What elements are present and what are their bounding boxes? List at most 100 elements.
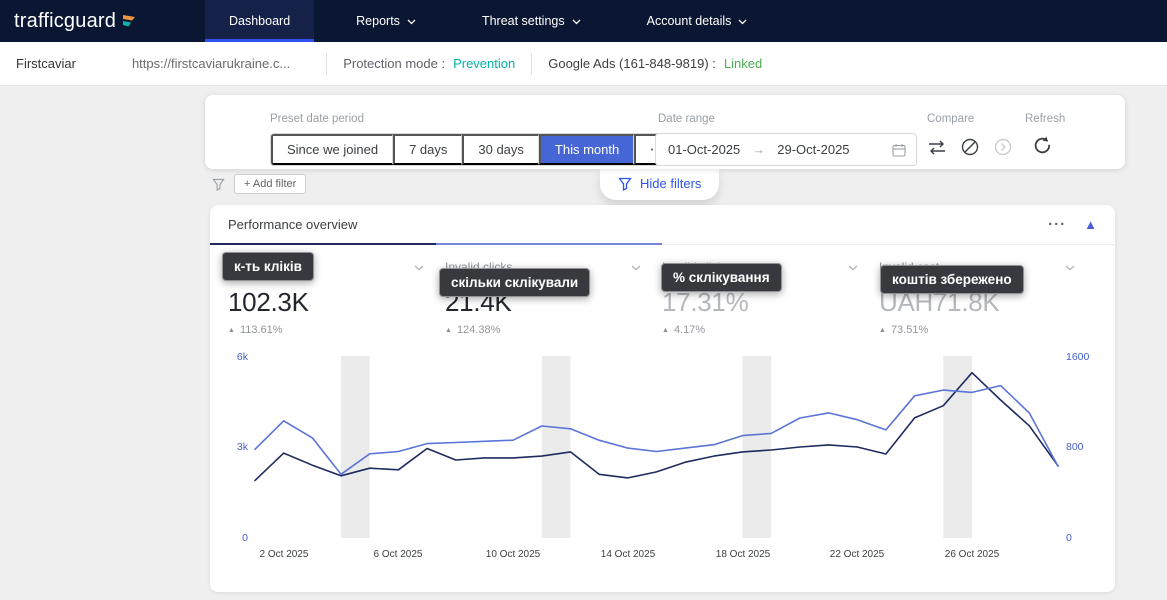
up-triangle-icon: ▲ bbox=[662, 327, 669, 334]
metric-change-value: 113.61% bbox=[240, 324, 283, 336]
chevron-down-icon bbox=[407, 14, 416, 28]
funnel-icon bbox=[212, 178, 225, 191]
left-y-axis: 6k 3k 0 bbox=[216, 356, 248, 538]
metric-value: 102.3K bbox=[228, 287, 445, 318]
y-tick: 0 bbox=[1066, 532, 1072, 544]
chevron-down-icon[interactable] bbox=[848, 258, 858, 276]
divider bbox=[531, 53, 532, 75]
add-filter-button[interactable]: + Add filter bbox=[234, 174, 306, 194]
refresh-label: Refresh bbox=[1025, 113, 1065, 125]
compare-arrows-icon[interactable] bbox=[927, 139, 947, 156]
chart-svg bbox=[255, 356, 1058, 538]
metric-invalid-click-rate: Invalid click rate % склікування 17.31% … bbox=[662, 259, 879, 336]
translation-tooltip: % склікування bbox=[661, 263, 782, 292]
right-y-axis: 1600 800 0 bbox=[1066, 356, 1102, 538]
date-range-label: Date range bbox=[658, 113, 715, 125]
hide-filters-button[interactable]: Hide filters bbox=[600, 169, 719, 200]
preset-this-month[interactable]: This month bbox=[539, 134, 634, 165]
metric-change-value: 73.51% bbox=[891, 324, 928, 336]
performance-overview-header: Performance overview ··· ▲ bbox=[210, 205, 1115, 245]
y-tick: 3k bbox=[237, 441, 248, 453]
chart-plot-area[interactable] bbox=[255, 356, 1058, 538]
add-filter-row: + Add filter bbox=[212, 174, 306, 194]
x-tick: 22 Oct 2025 bbox=[830, 549, 884, 560]
card-header-icons: ··· ▲ bbox=[1048, 217, 1097, 232]
y-tick: 0 bbox=[242, 532, 248, 544]
nav-item-threat-settings[interactable]: Threat settings bbox=[458, 0, 605, 42]
nav-label: Account details bbox=[647, 14, 732, 28]
preset-30-days[interactable]: 30 days bbox=[462, 134, 539, 165]
x-tick: 26 Oct 2025 bbox=[945, 549, 999, 560]
compare-controls bbox=[927, 137, 1013, 157]
preset-button-group: Since we joined 7 days 30 days This mont… bbox=[270, 133, 681, 166]
protection-mode-label: Protection mode : bbox=[343, 56, 445, 71]
metric-verified-clicks: Verified clicks к-ть кліків 102.3K ▲ 113… bbox=[228, 259, 445, 336]
performance-chart: 6k 3k 0 1600 800 0 2 Oct 2025 6 Oct 2025… bbox=[210, 356, 1115, 571]
main-content: + Add filter Hide filters Preset date pe… bbox=[0, 86, 1167, 600]
chevron-down-icon bbox=[572, 14, 581, 28]
logo-text: trafficguard bbox=[14, 10, 116, 33]
divider bbox=[326, 53, 327, 75]
metric-change: ▲ 4.17% bbox=[662, 324, 879, 336]
logo[interactable]: trafficguard bbox=[0, 0, 205, 42]
chevron-down-icon[interactable] bbox=[1065, 258, 1075, 276]
up-triangle-icon: ▲ bbox=[228, 327, 235, 334]
metrics-row: Verified clicks к-ть кліків 102.3K ▲ 113… bbox=[210, 245, 1115, 336]
nav-item-dashboard[interactable]: Dashboard bbox=[205, 0, 314, 42]
x-tick: 18 Oct 2025 bbox=[716, 549, 770, 560]
nav-label: Dashboard bbox=[229, 14, 290, 28]
metric-change: ▲ 124.38% bbox=[445, 324, 662, 336]
filter-panel: Preset date period Date range Compare Re… bbox=[205, 95, 1125, 169]
date-to-value[interactable]: 29-Oct-2025 bbox=[777, 142, 849, 157]
trafficguard-flag-icon bbox=[121, 13, 137, 30]
active-tab-indicator bbox=[210, 243, 662, 245]
y-tick: 6k bbox=[237, 351, 248, 363]
x-tick: 2 Oct 2025 bbox=[260, 549, 309, 560]
date-range-field[interactable]: 01-Oct-2025 → 29-Oct-2025 bbox=[655, 133, 917, 166]
translation-tooltip: коштів збережено bbox=[880, 265, 1024, 294]
google-ads-status: Linked bbox=[724, 56, 762, 71]
protection-mode-value: Prevention bbox=[453, 56, 515, 71]
refresh-icon[interactable] bbox=[1031, 134, 1054, 160]
metric-change: ▲ 113.61% bbox=[228, 324, 445, 336]
website-url[interactable]: https://firstcaviarukraine.c... bbox=[132, 56, 290, 71]
metric-change: ▲ 73.51% bbox=[879, 324, 1096, 336]
chevron-down-icon[interactable] bbox=[414, 258, 424, 276]
preset-since-we-joined[interactable]: Since we joined bbox=[271, 134, 393, 165]
metric-change-value: 4.17% bbox=[674, 324, 705, 336]
date-from-value[interactable]: 01-Oct-2025 bbox=[668, 142, 740, 157]
metric-change-value: 124.38% bbox=[457, 324, 500, 336]
metric-invalid-cost: Invalid cost коштів збережено UAH71.8K ▲… bbox=[879, 259, 1096, 336]
hide-filters-label: Hide filters bbox=[640, 176, 701, 191]
translation-tooltip: скільки склікували bbox=[439, 268, 590, 297]
more-options-icon[interactable]: ··· bbox=[1048, 220, 1066, 230]
google-ads-label: Google Ads (161-848-9819) : bbox=[548, 56, 716, 71]
calendar-icon bbox=[892, 143, 906, 157]
nav-item-account-details[interactable]: Account details bbox=[623, 0, 772, 42]
chevron-down-icon[interactable] bbox=[631, 258, 641, 276]
preset-date-period-label: Preset date period bbox=[270, 113, 364, 125]
up-triangle-icon: ▲ bbox=[879, 327, 886, 334]
main-nav: Dashboard Reports Threat settings Accoun… bbox=[205, 0, 771, 42]
nav-label: Reports bbox=[356, 14, 400, 28]
card-title: Performance overview bbox=[228, 217, 357, 232]
y-tick: 1600 bbox=[1066, 351, 1089, 363]
up-triangle-icon: ▲ bbox=[445, 327, 452, 334]
chevron-down-icon bbox=[738, 14, 747, 28]
performance-overview-card: Performance overview ··· ▲ Verified clic… bbox=[210, 205, 1115, 592]
x-tick: 10 Oct 2025 bbox=[486, 549, 540, 560]
compare-disabled-icon[interactable] bbox=[960, 137, 980, 157]
arrow-right-icon: → bbox=[752, 142, 765, 157]
metric-invalid-clicks: Invalid clicks скільки склікували 21.4K … bbox=[445, 259, 662, 336]
preset-7-days[interactable]: 7 days bbox=[393, 134, 462, 165]
y-tick: 800 bbox=[1066, 441, 1084, 453]
funnel-icon bbox=[618, 177, 632, 191]
compare-next-icon[interactable] bbox=[993, 137, 1013, 157]
account-bar: Firstcaviar https://firstcaviarukraine.c… bbox=[0, 42, 1167, 86]
x-tick: 6 Oct 2025 bbox=[374, 549, 423, 560]
account-name[interactable]: Firstcaviar bbox=[16, 56, 76, 71]
x-tick: 14 Oct 2025 bbox=[601, 549, 655, 560]
analytics-triangle-icon[interactable]: ▲ bbox=[1084, 217, 1097, 232]
translation-tooltip: к-ть кліків bbox=[222, 252, 314, 281]
nav-item-reports[interactable]: Reports bbox=[332, 0, 440, 42]
